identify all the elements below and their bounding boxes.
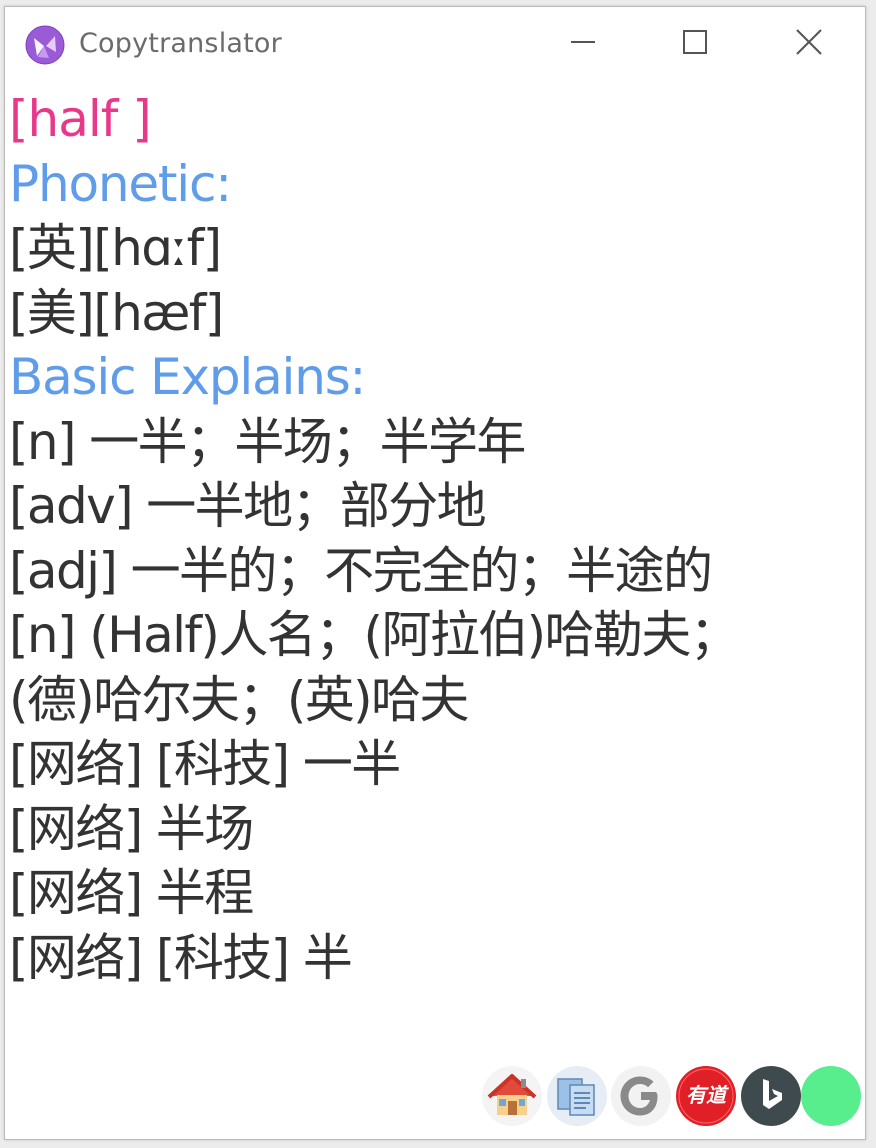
phonetic-uk: [英][hɑːf] <box>9 219 222 277</box>
minimize-icon <box>570 29 596 60</box>
app-logo-icon <box>25 25 65 65</box>
maximize-icon <box>682 29 708 60</box>
explain-line: [adv] 一半地；部分地 <box>9 477 487 535</box>
basic-explains-heading: Basic Explains: <box>9 348 366 406</box>
phonetic-us: [美][hæf] <box>9 283 224 342</box>
close-icon <box>795 28 823 61</box>
explain-line: [网络] 半场 <box>9 799 254 858</box>
bing-button[interactable] <box>740 1065 802 1127</box>
copy-document-icon <box>546 1066 608 1127</box>
youdao-button[interactable]: 有道 <box>675 1065 737 1127</box>
bing-icon <box>740 1066 802 1127</box>
copy-button[interactable] <box>546 1065 608 1127</box>
window-title: Copytranslator <box>79 28 282 59</box>
google-button[interactable] <box>610 1065 672 1127</box>
home-icon <box>481 1066 543 1127</box>
explain-line: [网络] [科技] 一半 <box>9 735 401 793</box>
phonetic-heading: Phonetic: <box>9 154 232 213</box>
minimize-button[interactable] <box>558 21 608 67</box>
translation-result[interactable]: [half ] Phonetic: [英][hɑːf] [美][hæf] Bas… <box>9 87 859 990</box>
app-window: Copytranslator [half ] Phonetic: [英][hɑː… <box>4 6 866 1140</box>
explain-line: [网络] 半程 <box>9 864 254 922</box>
close-button[interactable] <box>784 21 834 67</box>
explain-line: [n] 一半；半场；半学年 <box>9 412 526 471</box>
google-icon <box>610 1066 672 1127</box>
explain-line: [adj] 一半的；不完全的；半途的 <box>9 541 713 600</box>
explain-line: (德)哈尔夫；(英)哈夫 <box>9 670 469 729</box>
home-button[interactable] <box>481 1065 543 1127</box>
maximize-button[interactable] <box>670 21 720 67</box>
explain-line: [n] (Half)人名；(阿拉伯)哈勒夫； <box>9 606 740 664</box>
query-word: [half ] <box>9 90 152 148</box>
green-circle-icon <box>800 1066 862 1127</box>
status-button[interactable] <box>800 1065 862 1127</box>
title-bar[interactable]: Copytranslator <box>5 7 865 79</box>
explain-line: [网络] [科技] 半 <box>9 928 353 987</box>
youdao-label: 有道 <box>686 1083 726 1107</box>
